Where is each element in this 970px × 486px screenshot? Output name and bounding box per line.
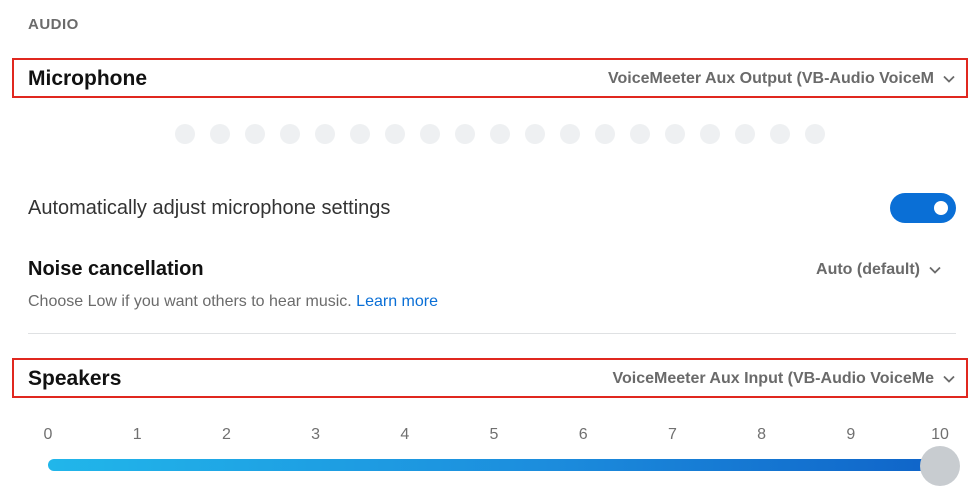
noise-cancellation-hint: Choose Low if you want others to hear mu… xyxy=(28,293,352,310)
mic-level-dot xyxy=(595,124,615,144)
learn-more-link[interactable]: Learn more xyxy=(356,293,438,310)
divider xyxy=(28,333,956,334)
mic-level-dot xyxy=(210,124,230,144)
volume-tick-label: 2 xyxy=(221,426,231,443)
mic-level-dot xyxy=(700,124,720,144)
auto-adjust-label: Automatically adjust microphone settings xyxy=(28,197,391,219)
speakers-device-dropdown[interactable]: VoiceMeeter Aux Input (VB-Audio VoiceMe xyxy=(612,370,956,388)
mic-level-dot xyxy=(770,124,790,144)
chevron-down-icon xyxy=(928,263,942,277)
volume-tick-labels: 0 1 2 3 4 5 6 7 8 9 10 xyxy=(0,426,970,448)
mic-level-dot xyxy=(385,124,405,144)
mic-level-dot xyxy=(735,124,755,144)
section-title: AUDIO xyxy=(28,16,79,33)
mic-level-dot xyxy=(455,124,475,144)
chevron-down-icon xyxy=(942,372,956,386)
mic-level-dot xyxy=(420,124,440,144)
speakers-device-value: VoiceMeeter Aux Input (VB-Audio VoiceMe xyxy=(612,370,934,387)
microphone-level-meter xyxy=(175,124,825,144)
noise-cancellation-value: Auto (default) xyxy=(816,261,920,278)
mic-level-dot xyxy=(245,124,265,144)
mic-level-dot xyxy=(280,124,300,144)
volume-tick-label: 1 xyxy=(132,426,142,443)
toggle-knob xyxy=(934,201,948,215)
volume-tick-label: 0 xyxy=(43,426,53,443)
speaker-volume-thumb[interactable] xyxy=(920,446,960,486)
volume-tick-label: 6 xyxy=(578,426,588,443)
volume-tick-label: 4 xyxy=(400,426,410,443)
noise-cancellation-dropdown[interactable]: Auto (default) xyxy=(816,261,942,279)
volume-tick-label: 3 xyxy=(311,426,321,443)
chevron-down-icon xyxy=(942,72,956,86)
noise-cancellation-description: Choose Low if you want others to hear mu… xyxy=(28,293,438,311)
speaker-volume-track[interactable] xyxy=(48,459,948,471)
volume-tick-label: 10 xyxy=(931,426,949,443)
mic-level-dot xyxy=(175,124,195,144)
mic-level-dot xyxy=(525,124,545,144)
microphone-device-value: VoiceMeeter Aux Output (VB-Audio VoiceM xyxy=(608,70,934,87)
mic-level-dot xyxy=(490,124,510,144)
microphone-label: Microphone xyxy=(28,67,147,90)
volume-tick-label: 9 xyxy=(846,426,856,443)
auto-adjust-toggle[interactable] xyxy=(890,193,956,223)
mic-level-dot xyxy=(350,124,370,144)
mic-level-dot xyxy=(630,124,650,144)
noise-cancellation-label: Noise cancellation xyxy=(28,258,204,280)
volume-tick-label: 7 xyxy=(667,426,677,443)
microphone-device-dropdown[interactable]: VoiceMeeter Aux Output (VB-Audio VoiceM xyxy=(608,70,956,88)
mic-level-dot xyxy=(560,124,580,144)
speakers-label: Speakers xyxy=(28,367,122,390)
volume-tick-label: 8 xyxy=(757,426,767,443)
volume-tick-label: 5 xyxy=(489,426,499,443)
mic-level-dot xyxy=(315,124,335,144)
mic-level-dot xyxy=(805,124,825,144)
mic-level-dot xyxy=(665,124,685,144)
